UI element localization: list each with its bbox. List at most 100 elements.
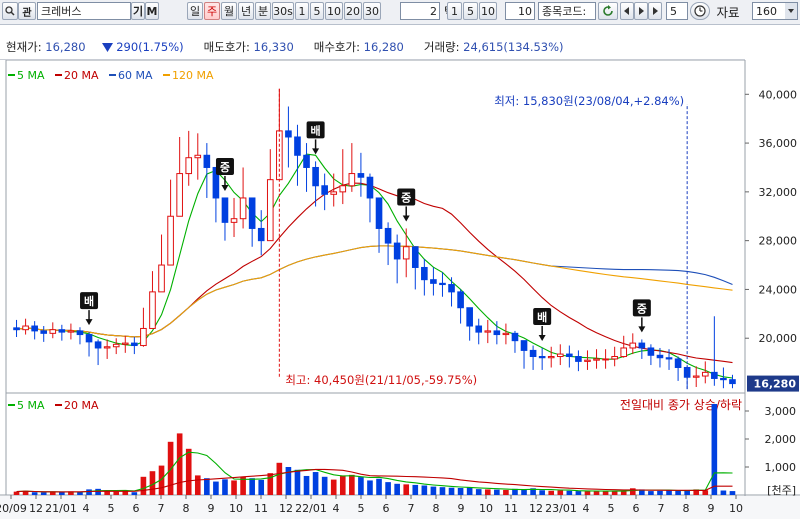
tick-option-0[interactable]: 1 <box>447 2 462 20</box>
candle-body-78 <box>720 377 727 381</box>
x-tick-label-14: 5 <box>358 502 365 515</box>
volume-bar-59 <box>548 490 555 495</box>
vol-legend-label-1: 20 MA <box>64 399 99 412</box>
volume-title: 전일대비 종가 상승/하락 <box>620 398 742 412</box>
current-price: 현재가: 16,280 <box>6 40 86 54</box>
candle-body-36 <box>339 185 347 193</box>
candle-body-57 <box>529 349 537 358</box>
y-tick-label-1: 36,000 <box>759 137 798 150</box>
volume-bar-49 <box>457 488 464 495</box>
x-tick-label-24: 5 <box>608 502 615 515</box>
candle-body-58 <box>538 356 546 359</box>
annotation-text-0: 배 <box>84 294 94 308</box>
replay-count-input[interactable]: 5 <box>666 2 688 20</box>
annotation-text-1: 중 <box>220 161 230 174</box>
candle-body-54 <box>502 332 510 336</box>
stock-name-input[interactable]: 크레버스 <box>37 2 131 20</box>
candle-body-49 <box>457 291 464 309</box>
candle-body-31 <box>294 136 301 156</box>
tick-value-text: 10 <box>518 4 532 18</box>
volume-bar-8 <box>86 489 92 495</box>
candle-body-42 <box>393 242 401 260</box>
volume-bar-51 <box>475 489 482 495</box>
candle-body-77 <box>711 371 718 379</box>
volume-bar-34 <box>321 476 328 495</box>
volume-bar-14 <box>140 476 147 495</box>
candle-body-39 <box>366 176 374 199</box>
period-button-3[interactable]: 년 <box>238 2 254 20</box>
period-button-6[interactable]: 1 <box>295 2 309 20</box>
x-tick-label-7: 8 <box>183 502 190 515</box>
x-tick-label-28: 9 <box>708 502 715 515</box>
volume-chart[interactable]: 3,000 2,000 1,000 [천주] 5 MA 20 MA 전일대비 종가 상승/하… <box>0 393 800 519</box>
price-chart[interactable]: 40,000 36,000 32,000 28,000 24,000 20,000 5 MA… <box>0 60 800 393</box>
code-search-label: 종목코드: <box>542 5 587 18</box>
code-button[interactable]: 기 <box>131 2 145 20</box>
candle-body-48 <box>448 284 455 293</box>
tick-count-input[interactable]: 2 <box>400 2 440 20</box>
search-icon[interactable] <box>2 2 18 20</box>
y-tick-label-4: 24,000 <box>759 283 798 296</box>
chevron-down-icon <box>785 3 797 19</box>
stock-search-button[interactable]: 관 <box>18 2 36 20</box>
candle-body-47 <box>439 282 446 286</box>
volume-bar-52 <box>484 489 491 495</box>
period-button-8[interactable]: 10 <box>325 2 343 20</box>
prev-arrow-icon[interactable] <box>620 2 634 20</box>
volume-bar-30 <box>285 467 292 495</box>
volume-bar-42 <box>394 483 400 495</box>
y-tick-label-2: 32,000 <box>759 186 798 199</box>
period-button-4[interactable]: 분 <box>255 2 271 20</box>
candle-body-41 <box>384 227 392 244</box>
legend-label-2: 60 MA <box>118 69 153 82</box>
data-label: 자료 <box>716 4 740 20</box>
candle-body-16 <box>158 264 165 293</box>
candle-body-68 <box>629 342 637 349</box>
candle-body-52 <box>484 330 492 333</box>
volume-bar-70 <box>648 491 654 495</box>
candle-body-3 <box>40 330 48 334</box>
date-axis-panel <box>0 496 800 519</box>
x-tick-label-20: 11 <box>504 502 518 515</box>
x-tick-label-15: 6 <box>383 502 390 515</box>
candle-body-23 <box>221 197 229 223</box>
volume-bar-36 <box>339 475 346 495</box>
x-tick-label-13: 4 <box>333 502 340 515</box>
volume-bar-73 <box>675 490 681 495</box>
clock-icon[interactable] <box>690 2 710 20</box>
volume-bar-58 <box>539 490 545 495</box>
x-tick-label-3: 4 <box>83 502 90 515</box>
tick-value-input[interactable]: 10 <box>505 2 535 20</box>
period-button-10[interactable]: 30 <box>363 2 381 20</box>
candle-body-10 <box>103 346 111 349</box>
period-button-2[interactable]: 월 <box>221 2 237 20</box>
tick-option-1[interactable]: 5 <box>463 2 478 20</box>
period-button-1[interactable]: 주 <box>204 2 220 20</box>
volume-bar-68 <box>629 488 636 495</box>
period-button-5[interactable]: 30s <box>272 2 294 20</box>
volume-bar-19 <box>185 448 192 495</box>
play-arrow-icon[interactable] <box>634 2 648 20</box>
x-tick-label-29: 10 <box>729 502 743 515</box>
candle-body-46 <box>430 279 437 284</box>
candle-body-19 <box>185 157 193 175</box>
volume-bar-62 <box>575 491 582 495</box>
candle-body-24 <box>230 218 238 223</box>
candle-body-76 <box>701 371 709 377</box>
volume-bar-64 <box>593 491 600 495</box>
volume-bar-77 <box>711 404 718 495</box>
m-button[interactable]: M <box>145 2 159 20</box>
volume-bar-45 <box>421 485 428 495</box>
candle-body-73 <box>674 358 682 368</box>
period-button-9[interactable]: 20 <box>344 2 362 20</box>
refresh-icon[interactable] <box>598 2 618 20</box>
period-button-0[interactable]: 일 <box>187 2 203 20</box>
candle-body-67 <box>620 347 628 358</box>
data-count-select[interactable]: 160 <box>752 2 798 20</box>
code-search-input[interactable]: 종목코드: <box>538 2 596 20</box>
next-arrow-icon[interactable] <box>648 2 662 20</box>
candle-body-26 <box>248 197 256 229</box>
x-tick-label-2: 21/01 <box>45 502 77 515</box>
period-button-7[interactable]: 5 <box>310 2 324 20</box>
tick-option-2[interactable]: 10 <box>479 2 497 20</box>
